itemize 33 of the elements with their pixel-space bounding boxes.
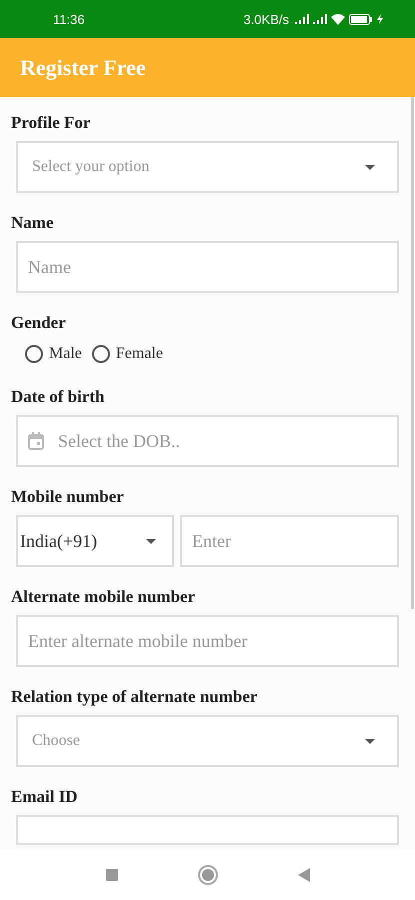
radio-option[interactable]: Female	[92, 345, 163, 363]
field-label: Email ID	[11, 787, 79, 807]
field-label: Relation type of alternate number	[11, 687, 258, 707]
charging-icon	[377, 14, 383, 24]
dropdown[interactable]: Select your option	[16, 141, 399, 193]
field-label: Mobile number	[11, 487, 125, 507]
country-code-dropdown[interactable]: India(+91)	[16, 515, 174, 567]
back-icon[interactable]	[298, 868, 310, 882]
phone-input-field[interactable]: Enter	[180, 515, 399, 567]
home-icon[interactable]	[198, 865, 218, 885]
network-speed: 3.0KB/s	[243, 12, 289, 26]
clock: 11:36	[53, 12, 86, 26]
field-label: Gender	[11, 313, 67, 333]
field-label: Alternate mobile number	[11, 587, 196, 607]
dropdown-arrow-icon	[365, 164, 375, 170]
input-field[interactable]: Name	[16, 241, 399, 293]
field-label: Profile For	[11, 113, 92, 133]
battery-icon	[349, 14, 373, 24]
input-field[interactable]	[16, 815, 399, 845]
signal-icon	[313, 14, 327, 24]
recents-icon[interactable]	[106, 869, 118, 881]
field-label: Date of birth	[11, 387, 106, 407]
input-field[interactable]: Enter alternate mobile number	[16, 615, 399, 667]
field-label: Name	[11, 213, 54, 233]
dropdown[interactable]: Choose	[16, 715, 399, 767]
dropdown-arrow-icon	[146, 538, 156, 544]
radio-option[interactable]: Male	[25, 345, 82, 363]
date-field[interactable]: Select the DOB..	[16, 415, 399, 467]
calendar-icon	[28, 432, 44, 450]
wifi-icon	[331, 14, 345, 24]
dropdown-arrow-icon	[365, 738, 375, 744]
app-title: Register Free	[20, 54, 146, 80]
signal-icon	[295, 14, 309, 24]
